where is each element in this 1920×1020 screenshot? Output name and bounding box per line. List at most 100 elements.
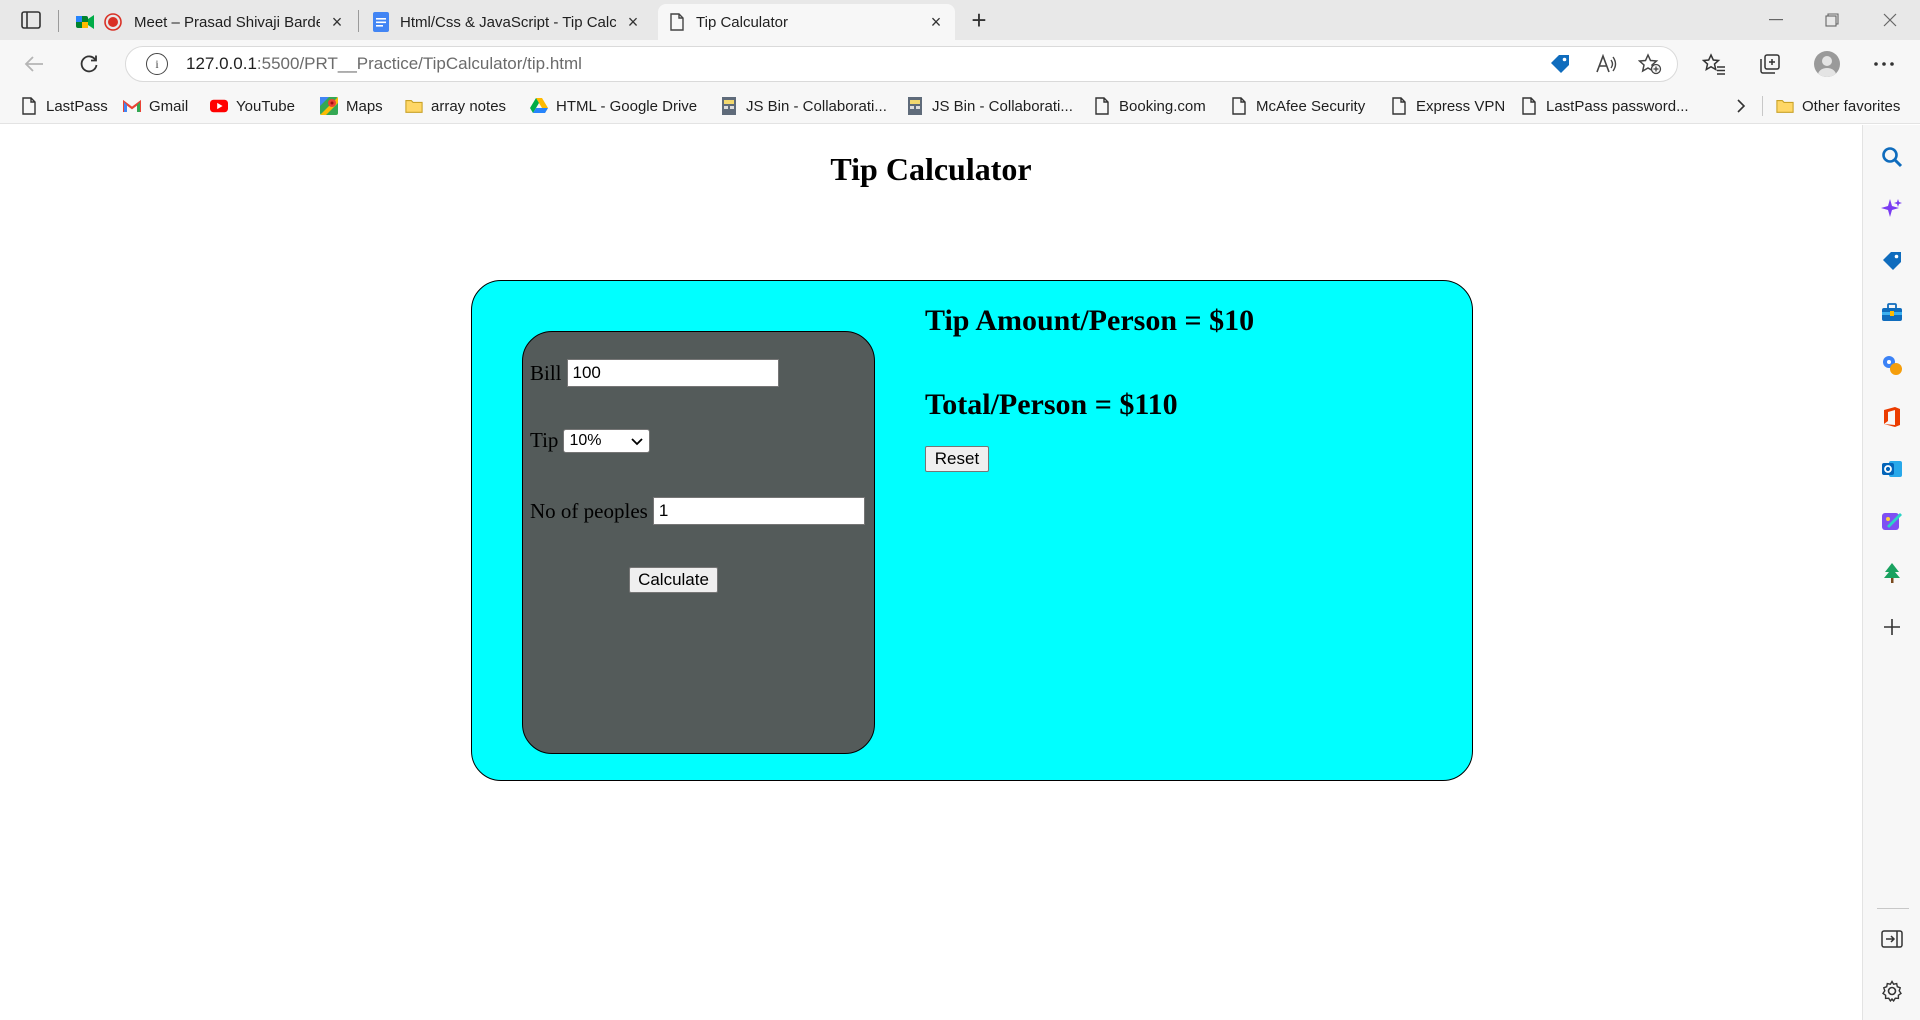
bookmark-label: Express VPN — [1416, 97, 1506, 115]
bookmark-label: YouTube — [236, 97, 295, 115]
bookmark-jsbin-1[interactable]: JS Bin - Collaborati... — [720, 94, 887, 118]
shopping-tag-icon[interactable] — [1880, 249, 1904, 273]
minimize-icon[interactable] — [1748, 4, 1804, 36]
google-meet-icon — [76, 13, 94, 31]
jsbin-icon — [906, 97, 924, 115]
favorites-icon[interactable] — [1698, 48, 1730, 80]
close-window-icon[interactable] — [1862, 4, 1918, 36]
tab-meet[interactable]: Meet – Prasad Shivaji Barde × — [66, 4, 356, 40]
address-bar[interactable]: i 127.0.0.1:5500/PRT__Practice/TipCalcul… — [125, 46, 1678, 82]
bookmark-label: Gmail — [149, 97, 189, 115]
back-icon[interactable] — [18, 48, 50, 80]
chevron-down-icon — [631, 431, 644, 454]
bill-label: Bill — [530, 360, 562, 385]
tab-title: Tip Calculator — [696, 13, 788, 31]
search-icon[interactable] — [1880, 145, 1904, 169]
bookmark-lastpass[interactable]: LastPass — [20, 94, 108, 118]
tab-tip-calculator[interactable]: Tip Calculator × — [658, 4, 955, 40]
page-icon — [1230, 97, 1248, 115]
bookmark-mcafee[interactable]: McAfee Security — [1230, 94, 1365, 118]
office-icon[interactable] — [1880, 405, 1904, 429]
folder-icon — [1776, 97, 1794, 115]
tab-docs[interactable]: Html/Css & JavaScript - Tip Calcu × — [362, 4, 652, 40]
restore-icon[interactable] — [1804, 4, 1860, 36]
bookmark-label: JS Bin - Collaborati... — [932, 97, 1073, 115]
tip-label: Tip — [530, 428, 559, 452]
refresh-icon[interactable] — [73, 48, 105, 80]
page-icon — [20, 97, 38, 115]
bookmarks-bar: LastPass Gmail YouTube Maps array notes … — [0, 88, 1920, 124]
google-docs-icon — [372, 12, 390, 32]
bookmark-label: McAfee Security — [1256, 97, 1366, 115]
bookmark-booking[interactable]: Booking.com — [1093, 94, 1206, 118]
read-aloud-icon[interactable] — [1594, 52, 1618, 76]
bookmark-label: HTML - Google Drive — [556, 97, 698, 115]
add-favorite-icon[interactable] — [1638, 52, 1662, 76]
bookmark-google-drive[interactable]: HTML - Google Drive — [530, 94, 697, 118]
youtube-icon — [210, 97, 228, 115]
bookmark-label: JS Bin - Collaborati... — [746, 97, 887, 115]
collections-icon[interactable] — [1754, 48, 1786, 80]
page-icon — [1520, 97, 1538, 115]
people-label: No of peoples — [530, 498, 648, 523]
bookmark-label: array notes — [431, 97, 507, 115]
new-tab-icon[interactable]: + — [965, 5, 993, 35]
more-menu-icon[interactable] — [1868, 48, 1900, 80]
bill-input[interactable]: 100 — [566, 359, 779, 387]
address-toolbar: i 127.0.0.1:5500/PRT__Practice/TipCalcul… — [0, 40, 1920, 88]
drive-icon — [530, 97, 548, 115]
outlook-icon[interactable] — [1880, 457, 1904, 481]
bookmark-array-notes[interactable]: array notes — [405, 94, 506, 118]
bookmark-gmail[interactable]: Gmail — [123, 94, 188, 118]
edge-sidebar — [1862, 125, 1920, 1020]
bookmark-youtube[interactable]: YouTube — [210, 94, 295, 118]
jsbin-icon — [720, 97, 738, 115]
bookmark-label: LastPass password... — [1546, 97, 1689, 115]
people-row: No of peoples 1 — [530, 497, 865, 525]
bookmark-other-favorites[interactable]: Other favorites — [1776, 94, 1900, 118]
bookmark-jsbin-2[interactable]: JS Bin - Collaborati... — [906, 94, 1073, 118]
page-icon — [1093, 97, 1111, 115]
bookmark-label: Other favorites — [1802, 97, 1901, 115]
bookmark-label: LastPass — [46, 97, 108, 115]
calculate-button[interactable]: Calculate — [629, 567, 718, 593]
bookmark-maps[interactable]: Maps — [320, 94, 383, 118]
page-title: Tip Calculator — [830, 151, 1032, 187]
url-text[interactable]: 127.0.0.1:5500/PRT__Practice/TipCalculat… — [186, 54, 582, 74]
tab-title: Meet – Prasad Shivaji Barde — [134, 13, 320, 31]
tip-select[interactable]: 10% — [563, 428, 651, 454]
total-per-person-result: Total/Person = $110 — [925, 388, 1178, 421]
chevron-right-icon[interactable] — [1736, 94, 1746, 118]
tree-icon[interactable] — [1880, 561, 1904, 585]
bill-row: Bill 100 — [530, 359, 779, 387]
recording-icon — [104, 13, 122, 31]
bookmark-express-vpn[interactable]: Express VPN — [1390, 94, 1505, 118]
designer-icon[interactable] — [1880, 509, 1904, 533]
tools-briefcase-icon[interactable] — [1880, 301, 1904, 325]
site-info-icon[interactable]: i — [146, 53, 168, 75]
page-icon — [668, 13, 686, 31]
coupon-tag-icon[interactable] — [1548, 52, 1572, 76]
close-icon[interactable]: × — [624, 12, 642, 32]
calculator-container: Bill 100 Tip 10% No of peoples 1 Calcula… — [471, 280, 1473, 781]
bookmark-label: Booking.com — [1119, 97, 1206, 115]
copilot-sparkle-icon[interactable] — [1880, 197, 1904, 221]
tab-strip: Meet – Prasad Shivaji Barde × Html/Css &… — [0, 0, 1920, 40]
settings-gear-icon[interactable] — [1880, 979, 1904, 1003]
input-form-panel: Bill 100 Tip 10% No of peoples 1 Calcula… — [522, 331, 875, 754]
hide-sidebar-icon[interactable] — [1880, 927, 1904, 951]
tab-actions-icon[interactable] — [18, 8, 44, 32]
gmail-icon — [123, 97, 141, 115]
maps-icon — [320, 97, 338, 115]
tip-row: Tip 10% — [530, 428, 651, 454]
reset-button[interactable]: Reset — [925, 446, 989, 472]
games-icon[interactable] — [1880, 353, 1904, 377]
close-icon[interactable]: × — [927, 12, 945, 32]
add-icon[interactable] — [1880, 615, 1904, 639]
tip-per-person-result: Tip Amount/Person = $10 — [925, 304, 1255, 337]
people-input[interactable]: 1 — [652, 497, 865, 525]
close-icon[interactable]: × — [328, 12, 346, 32]
tab-title: Html/Css & JavaScript - Tip Calcu — [400, 13, 616, 31]
bookmark-lastpass-password[interactable]: LastPass password... — [1520, 94, 1689, 118]
profile-avatar[interactable] — [1811, 48, 1843, 80]
